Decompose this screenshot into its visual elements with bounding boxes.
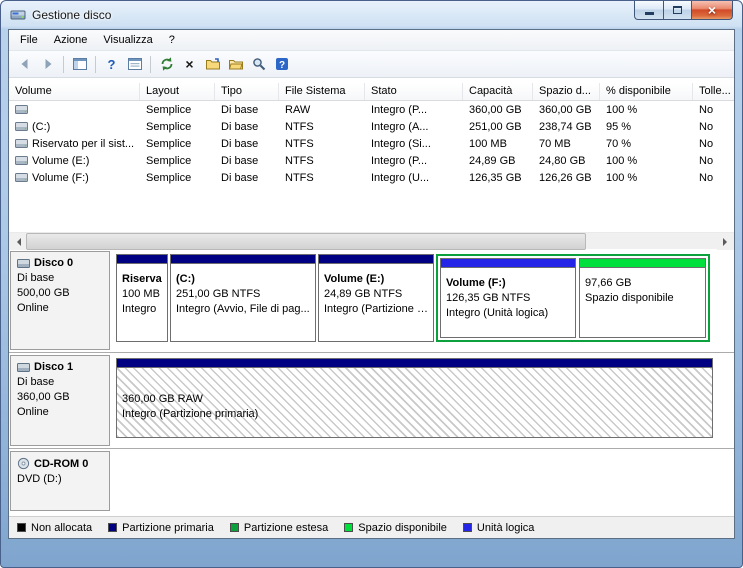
table-row[interactable]: Riservato per il sist... Semplice Di bas… [9,135,734,152]
maximize-icon [673,6,682,14]
partition-raw-selected[interactable]: 360,00 GB RAW Integro (Partizione primar… [116,358,713,438]
primary-partition-strip [117,255,167,264]
disk-row-cdrom: CD-ROM 0 DVD (D:) [9,449,734,513]
extended-partition: Volume (F:) 126,35 GB NTFS Integro (Unit… [436,254,710,342]
menu-bar: File Azione Visualizza ? [9,30,734,51]
minimize-icon [645,12,654,15]
close-button[interactable]: × [691,1,733,20]
window-title: Gestione disco [32,8,111,22]
menu-azione[interactable]: Azione [46,31,96,49]
volume-icon [15,104,28,115]
legend-primary-partition: Partizione primaria [108,522,214,534]
scrollbar-thumb[interactable] [26,233,586,250]
back-icon[interactable] [13,53,36,75]
client-area: File Azione Visualizza ? ? [8,29,735,539]
column-layout[interactable]: Layout [140,83,215,100]
help-topics-icon[interactable]: ? [270,53,293,75]
volume-icon [15,138,28,149]
primary-partition-strip [319,255,433,264]
table-row[interactable]: Semplice Di base RAW Integro (P... 360,0… [9,101,734,118]
titlebar[interactable]: Gestione disco × [1,1,742,29]
free-space-strip [580,259,705,268]
cdrom-label[interactable]: CD-ROM 0 DVD (D:) [10,451,110,511]
primary-partition-swatch [108,523,117,532]
horizontal-scrollbar[interactable] [9,232,734,249]
column-spazio[interactable]: Spazio d... [533,83,600,100]
close-icon: × [708,2,716,18]
scroll-right-icon[interactable] [717,233,734,250]
partition-c[interactable]: (C:) 251,00 GB NTFS Integro (Avvio, File… [170,254,316,342]
partition-system-reserved[interactable]: Riserva 100 MB Integro [116,254,168,342]
column-volume[interactable]: Volume [9,83,140,100]
properties-icon[interactable] [123,53,146,75]
extended-partition-swatch [230,523,239,532]
column-disponibile[interactable]: % disponibile [600,83,693,100]
partition-f[interactable]: Volume (F:) 126,35 GB NTFS Integro (Unit… [440,258,576,338]
volume-list: Volume Layout Tipo File Sistema Stato Ca… [9,78,734,232]
legend-extended-partition: Partizione estesa [230,522,328,534]
column-capacita[interactable]: Capacità [463,83,533,100]
primary-partition-strip [117,359,712,368]
volume-icon [15,121,28,132]
legend-bar: Non allocata Partizione primaria Partizi… [9,516,734,538]
toolbar-separator [63,56,64,73]
forward-icon[interactable] [36,53,59,75]
maximize-button[interactable] [663,1,691,20]
primary-partition-strip [171,255,315,264]
menu-help[interactable]: ? [161,31,183,49]
toolbar: ? × ? [9,51,734,78]
minimize-button[interactable] [634,1,663,20]
open-folder-icon[interactable] [224,53,247,75]
column-tipo[interactable]: Tipo [215,83,279,100]
partition-e[interactable]: Volume (E:) 24,89 GB NTFS Integro (Parti… [318,254,434,342]
svg-text:?: ? [278,60,284,71]
table-row[interactable]: (C:) Semplice Di base NTFS Integro (A...… [9,118,734,135]
volume-icon [15,155,28,166]
search-icon[interactable] [247,53,270,75]
table-row[interactable]: Volume (E:) Semplice Di base NTFS Integr… [9,152,734,169]
disk-icon [17,258,30,269]
toolbar-separator [150,56,151,73]
cd-icon [17,457,30,470]
scroll-left-icon[interactable] [9,233,26,250]
column-stato[interactable]: Stato [365,83,463,100]
legend-logical-drive: Unità logica [463,522,534,534]
volume-icon [15,172,28,183]
help-icon[interactable]: ? [100,53,123,75]
free-space-swatch [344,523,353,532]
console-tree-icon[interactable] [68,53,91,75]
disk-icon [17,362,30,373]
disk-row-0: Disco 0 Di base 500,00 GB Online Riserva… [9,249,734,353]
legend-unallocated: Non allocata [17,522,92,534]
toolbar-separator [95,56,96,73]
selection-hatch: 360,00 GB RAW Integro (Partizione primar… [117,368,712,437]
graphical-view: Disco 0 Di base 500,00 GB Online Riserva… [9,249,734,516]
legend-free-space: Spazio disponibile [344,522,447,534]
free-space-block[interactable]: 97,66 GB Spazio disponibile [579,258,706,338]
window-controls: × [634,1,733,20]
volume-list-header: Volume Layout Tipo File Sistema Stato Ca… [9,83,734,101]
explore-icon[interactable] [201,53,224,75]
menu-file[interactable]: File [12,31,46,49]
unallocated-swatch [17,523,26,532]
disk-row-1: Disco 1 Di base 360,00 GB Online 360,00 … [9,353,734,449]
delete-icon[interactable]: × [178,53,201,75]
disk0-label[interactable]: Disco 0 Di base 500,00 GB Online [10,251,110,350]
disk1-label[interactable]: Disco 1 Di base 360,00 GB Online [10,355,110,446]
column-tolleranza[interactable]: Tolle... [693,83,734,100]
table-row[interactable]: Volume (F:) Semplice Di base NTFS Integr… [9,169,734,186]
logical-drive-strip [441,259,575,268]
disk-management-window: Gestione disco × File Azione Visualizza … [0,0,743,568]
column-file-sistema[interactable]: File Sistema [279,83,365,100]
logical-drive-swatch [463,523,472,532]
refresh-icon[interactable] [155,53,178,75]
app-icon [10,7,26,23]
menu-visualizza[interactable]: Visualizza [95,31,160,49]
